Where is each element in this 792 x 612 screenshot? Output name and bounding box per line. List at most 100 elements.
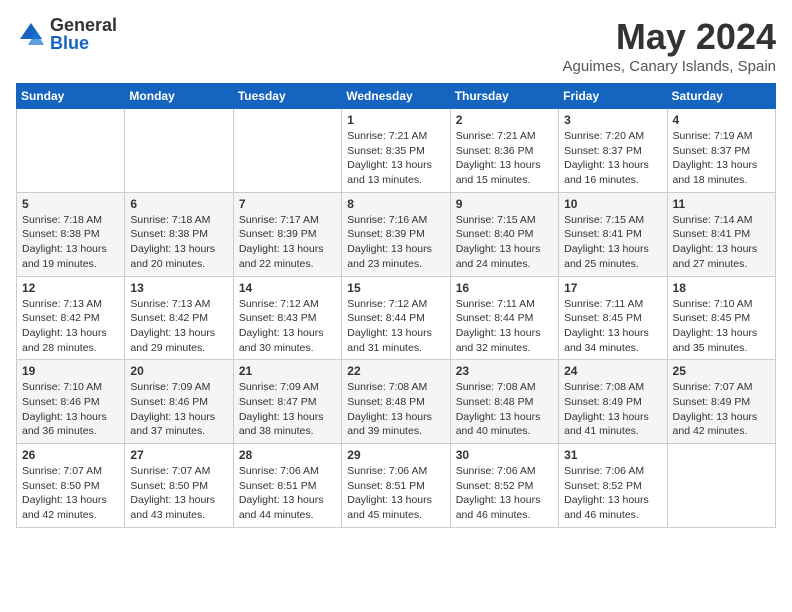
day-number: 5 xyxy=(22,197,119,211)
day-number: 14 xyxy=(239,281,336,295)
day-number: 25 xyxy=(673,364,770,378)
day-number: 13 xyxy=(130,281,227,295)
day-info: Sunrise: 7:06 AM Sunset: 8:52 PM Dayligh… xyxy=(564,464,661,523)
calendar-day-cell: 9Sunrise: 7:15 AM Sunset: 8:40 PM Daylig… xyxy=(450,192,558,276)
day-info: Sunrise: 7:21 AM Sunset: 8:35 PM Dayligh… xyxy=(347,129,444,188)
calendar-day-cell: 15Sunrise: 7:12 AM Sunset: 8:44 PM Dayli… xyxy=(342,276,450,360)
day-number: 1 xyxy=(347,113,444,127)
day-number: 3 xyxy=(564,113,661,127)
day-info: Sunrise: 7:12 AM Sunset: 8:43 PM Dayligh… xyxy=(239,297,336,356)
day-info: Sunrise: 7:17 AM Sunset: 8:39 PM Dayligh… xyxy=(239,213,336,272)
day-info: Sunrise: 7:11 AM Sunset: 8:44 PM Dayligh… xyxy=(456,297,553,356)
day-number: 28 xyxy=(239,448,336,462)
calendar-day-cell: 25 Sunrise: 7:07 AM Sunset: 8:49 PM Dayli… xyxy=(667,360,775,444)
calendar-day-header: Tuesday xyxy=(233,84,341,109)
calendar-day-header: Saturday xyxy=(667,84,775,109)
calendar-day-cell: 29 Sunrise: 7:06 AM Sunset: 8:51 PM Dayli… xyxy=(342,444,450,528)
day-info: Sunrise: 7:18 AM Sunset: 8:38 PM Dayligh… xyxy=(130,213,227,272)
day-info: Sunrise: 7:07 AM Sunset: 8:50 PM Dayligh… xyxy=(130,464,227,523)
day-number: 23 xyxy=(456,364,553,378)
day-number: 8 xyxy=(347,197,444,211)
calendar-week-row: 1 Sunrise: 7:21 AM Sunset: 8:35 PM Daylig… xyxy=(17,109,776,193)
day-number: 2 xyxy=(456,113,553,127)
page-header: General Blue May 2024 Aguimes, Canary Is… xyxy=(16,16,776,75)
logo-general: General xyxy=(50,16,117,34)
day-info: Sunrise: 7:09 AM Sunset: 8:47 PM Dayligh… xyxy=(239,380,336,439)
calendar-day-header: Wednesday xyxy=(342,84,450,109)
calendar-day-cell: 21 Sunrise: 7:09 AM Sunset: 8:47 PM Dayli… xyxy=(233,360,341,444)
calendar-day-cell: 2 Sunrise: 7:21 AM Sunset: 8:36 PM Daylig… xyxy=(450,109,558,193)
day-number: 22 xyxy=(347,364,444,378)
day-number: 12 xyxy=(22,281,119,295)
calendar-day-cell: 24 Sunrise: 7:08 AM Sunset: 8:49 PM Dayli… xyxy=(559,360,667,444)
calendar-day-cell: 18Sunrise: 7:10 AM Sunset: 8:45 PM Dayli… xyxy=(667,276,775,360)
day-number: 9 xyxy=(456,197,553,211)
day-number: 11 xyxy=(673,197,770,211)
calendar-day-header: Friday xyxy=(559,84,667,109)
day-number: 30 xyxy=(456,448,553,462)
calendar-day-cell xyxy=(667,444,775,528)
day-number: 6 xyxy=(130,197,227,211)
calendar-day-cell: 22 Sunrise: 7:08 AM Sunset: 8:48 PM Dayli… xyxy=(342,360,450,444)
day-info: Sunrise: 7:12 AM Sunset: 8:44 PM Dayligh… xyxy=(347,297,444,356)
calendar-day-cell: 1 Sunrise: 7:21 AM Sunset: 8:35 PM Daylig… xyxy=(342,109,450,193)
day-info: Sunrise: 7:07 AM Sunset: 8:49 PM Dayligh… xyxy=(673,380,770,439)
day-number: 19 xyxy=(22,364,119,378)
calendar-day-cell: 10Sunrise: 7:15 AM Sunset: 8:41 PM Dayli… xyxy=(559,192,667,276)
calendar-day-cell: 14 Sunrise: 7:12 AM Sunset: 8:43 PM Dayli… xyxy=(233,276,341,360)
day-info: Sunrise: 7:19 AM Sunset: 8:37 PM Dayligh… xyxy=(673,129,770,188)
calendar-header-row: SundayMondayTuesdayWednesdayThursdayFrid… xyxy=(17,84,776,109)
calendar-day-cell: 30 Sunrise: 7:06 AM Sunset: 8:52 PM Dayli… xyxy=(450,444,558,528)
calendar-day-header: Sunday xyxy=(17,84,125,109)
location: Aguimes, Canary Islands, Spain xyxy=(563,58,776,75)
calendar-day-cell: 12Sunrise: 7:13 AM Sunset: 8:42 PM Dayli… xyxy=(17,276,125,360)
day-info: Sunrise: 7:11 AM Sunset: 8:45 PM Dayligh… xyxy=(564,297,661,356)
day-info: Sunrise: 7:08 AM Sunset: 8:48 PM Dayligh… xyxy=(456,380,553,439)
logo-text: General Blue xyxy=(50,16,117,52)
day-info: Sunrise: 7:06 AM Sunset: 8:52 PM Dayligh… xyxy=(456,464,553,523)
day-number: 29 xyxy=(347,448,444,462)
day-number: 27 xyxy=(130,448,227,462)
calendar-day-cell: 13Sunrise: 7:13 AM Sunset: 8:42 PM Dayli… xyxy=(125,276,233,360)
calendar-week-row: 19 Sunrise: 7:10 AM Sunset: 8:46 PM Dayli… xyxy=(17,360,776,444)
day-number: 4 xyxy=(673,113,770,127)
calendar-day-cell xyxy=(17,109,125,193)
calendar-day-cell: 6 Sunrise: 7:18 AM Sunset: 8:38 PM Daylig… xyxy=(125,192,233,276)
calendar-day-cell: 3 Sunrise: 7:20 AM Sunset: 8:37 PM Daylig… xyxy=(559,109,667,193)
day-info: Sunrise: 7:15 AM Sunset: 8:41 PM Dayligh… xyxy=(564,213,661,272)
day-info: Sunrise: 7:08 AM Sunset: 8:48 PM Dayligh… xyxy=(347,380,444,439)
day-info: Sunrise: 7:10 AM Sunset: 8:46 PM Dayligh… xyxy=(22,380,119,439)
logo-blue: Blue xyxy=(50,34,117,52)
calendar-week-row: 26Sunrise: 7:07 AM Sunset: 8:50 PM Dayli… xyxy=(17,444,776,528)
day-number: 31 xyxy=(564,448,661,462)
day-number: 20 xyxy=(130,364,227,378)
calendar-day-cell xyxy=(233,109,341,193)
day-number: 16 xyxy=(456,281,553,295)
calendar-week-row: 12Sunrise: 7:13 AM Sunset: 8:42 PM Dayli… xyxy=(17,276,776,360)
day-info: Sunrise: 7:07 AM Sunset: 8:50 PM Dayligh… xyxy=(22,464,119,523)
day-info: Sunrise: 7:10 AM Sunset: 8:45 PM Dayligh… xyxy=(673,297,770,356)
day-info: Sunrise: 7:06 AM Sunset: 8:51 PM Dayligh… xyxy=(239,464,336,523)
calendar-day-cell: 11 Sunrise: 7:14 AM Sunset: 8:41 PM Dayli… xyxy=(667,192,775,276)
day-number: 21 xyxy=(239,364,336,378)
calendar-day-header: Thursday xyxy=(450,84,558,109)
calendar-day-cell: 28 Sunrise: 7:06 AM Sunset: 8:51 PM Dayli… xyxy=(233,444,341,528)
month-title: May 2024 xyxy=(563,16,776,58)
calendar-day-cell: 16 Sunrise: 7:11 AM Sunset: 8:44 PM Dayli… xyxy=(450,276,558,360)
day-info: Sunrise: 7:09 AM Sunset: 8:46 PM Dayligh… xyxy=(130,380,227,439)
calendar-day-cell: 7 Sunrise: 7:17 AM Sunset: 8:39 PM Daylig… xyxy=(233,192,341,276)
day-info: Sunrise: 7:08 AM Sunset: 8:49 PM Dayligh… xyxy=(564,380,661,439)
day-info: Sunrise: 7:06 AM Sunset: 8:51 PM Dayligh… xyxy=(347,464,444,523)
day-number: 24 xyxy=(564,364,661,378)
calendar-day-cell: 27 Sunrise: 7:07 AM Sunset: 8:50 PM Dayli… xyxy=(125,444,233,528)
day-info: Sunrise: 7:21 AM Sunset: 8:36 PM Dayligh… xyxy=(456,129,553,188)
day-number: 17 xyxy=(564,281,661,295)
day-info: Sunrise: 7:20 AM Sunset: 8:37 PM Dayligh… xyxy=(564,129,661,188)
calendar-day-cell: 17 Sunrise: 7:11 AM Sunset: 8:45 PM Dayli… xyxy=(559,276,667,360)
logo-icon xyxy=(16,19,46,49)
day-number: 7 xyxy=(239,197,336,211)
calendar-day-cell: 19 Sunrise: 7:10 AM Sunset: 8:46 PM Dayli… xyxy=(17,360,125,444)
calendar-week-row: 5 Sunrise: 7:18 AM Sunset: 8:38 PM Daylig… xyxy=(17,192,776,276)
logo: General Blue xyxy=(16,16,117,52)
day-info: Sunrise: 7:14 AM Sunset: 8:41 PM Dayligh… xyxy=(673,213,770,272)
